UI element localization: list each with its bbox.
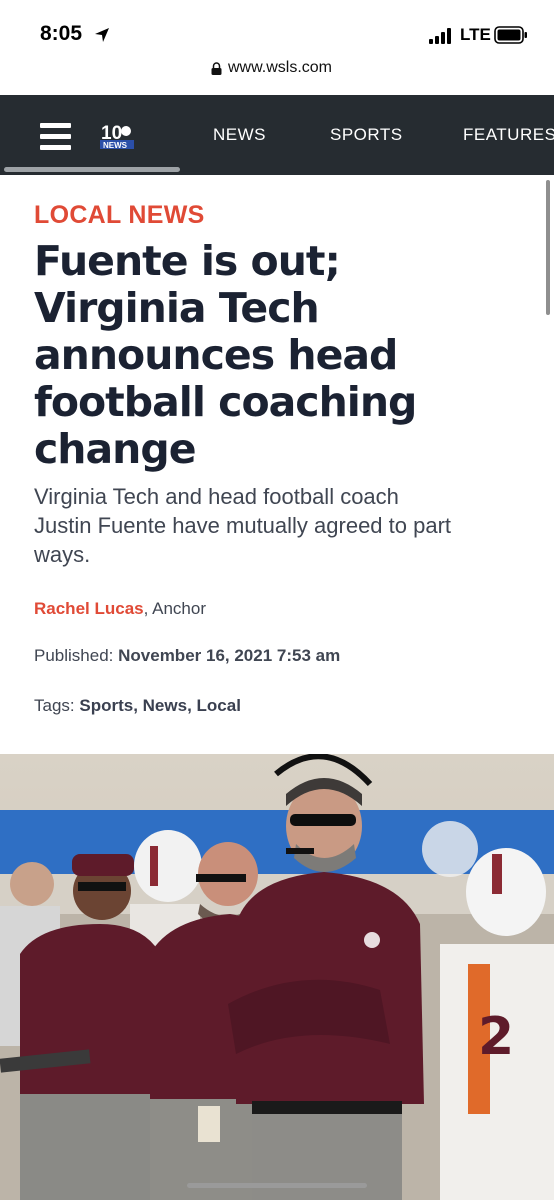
article-headline: Fuente is out; Virginia Tech announces h… [34, 238, 504, 473]
address-bar-url[interactable]: www.wsls.com [228, 59, 332, 77]
headline-line: Fuente is out; [34, 237, 341, 285]
article-subhead: Virginia Tech and head football coach Ju… [34, 482, 534, 569]
logo-text: NEWS [103, 141, 128, 150]
headline-line: football coaching [34, 378, 417, 426]
nav-news[interactable]: NEWS [213, 125, 266, 145]
tags-label: Tags: [34, 696, 80, 715]
home-indicator[interactable] [187, 1183, 367, 1188]
article-photo[interactable]: 2 [0, 754, 554, 1200]
byline: Rachel Lucas, Anchor [34, 599, 206, 619]
author-role: , Anchor [143, 599, 206, 618]
battery-icon [494, 26, 527, 44]
wsls-10-news-logo[interactable]: 10 NEWS [100, 122, 136, 150]
status-time: 8:05 [40, 22, 83, 45]
location-arrow-icon [95, 28, 109, 42]
tag-sports[interactable]: Sports [79, 696, 133, 715]
network-type: LTE [460, 25, 491, 44]
hamburger-menu-icon[interactable] [40, 123, 71, 150]
author-link[interactable]: Rachel Lucas [34, 599, 144, 618]
tag-news[interactable]: News [143, 696, 187, 715]
nav-features[interactable]: FEATURES [463, 125, 554, 145]
headline-line: announces head [34, 331, 398, 379]
section-label[interactable]: LOCAL NEWS [34, 201, 205, 230]
svg-text:2: 2 [478, 1007, 514, 1067]
cellular-signal-icon [429, 28, 451, 44]
lock-icon [211, 62, 222, 75]
headline-line: change [34, 425, 197, 473]
nav-sports[interactable]: SPORTS [330, 125, 403, 145]
published-date: November 16, 2021 7:53 am [118, 646, 341, 665]
published-label: Published: [34, 646, 119, 665]
tags-line: Tags: Sports, News, Local [34, 696, 241, 715]
status-bar [0, 0, 554, 95]
nav-scrollbar[interactable] [4, 167, 180, 172]
headline-line: Virginia Tech [34, 284, 320, 332]
tag-local[interactable]: Local [197, 696, 241, 715]
subhead-line: ways. [34, 542, 91, 567]
published-line: Published: November 16, 2021 7:53 am [34, 646, 340, 666]
page-scrollbar[interactable] [546, 180, 550, 315]
subhead-line: Justin Fuente have mutually agreed to pa… [34, 513, 452, 538]
subhead-line: Virginia Tech and head football coach [34, 484, 399, 509]
